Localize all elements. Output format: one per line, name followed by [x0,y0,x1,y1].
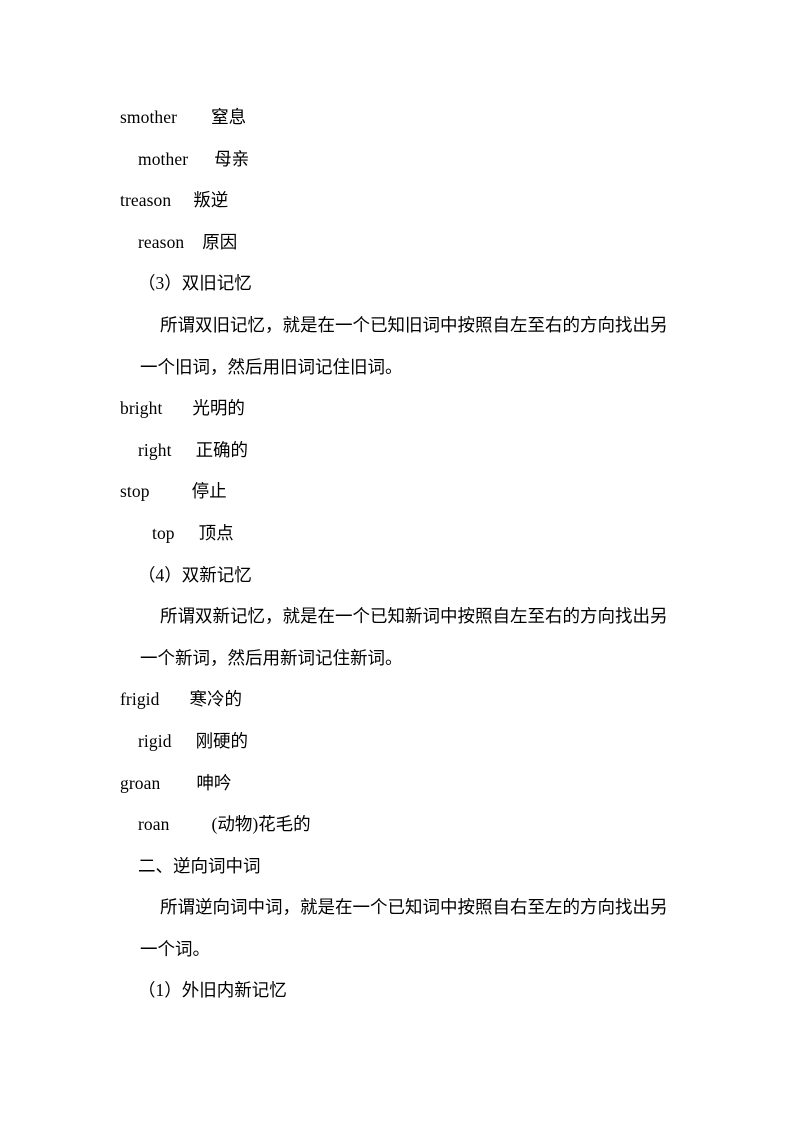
document-content: smother 窒息 mother 母亲 treason 叛逆 reason 原因 （3… [120,97,676,1012]
word-term: smother [120,107,178,127]
word-term: roan [138,814,170,835]
word-term: reason [138,231,185,252]
word-gloss: 正确的 [195,439,249,460]
word-pair-row: smother 窒息 [120,97,676,139]
word-gloss: 呻吟 [196,772,232,793]
word-pair-row: frigid 寒冷的 [120,679,676,721]
heading-section-two: 二、逆向词中词 [138,855,261,876]
paragraph-section-3: 所谓双旧记忆，就是在一个已知旧词中按照自左至右的方向找出另 一个旧词，然后用旧词… [120,305,676,388]
word-term: mother [138,148,189,169]
heading-section-4: （4）双新记忆 [138,564,252,585]
paragraph-line: 一个新词，然后用新词记住新词。 [140,647,403,668]
word-pair-row: rigid 刚硬的 [120,721,676,763]
word-term: frigid [120,689,160,710]
word-gloss: 原因 [202,231,238,252]
paragraph-line: 一个词。 [140,938,210,959]
word-pair-block-3: frigid 寒冷的 rigid 刚硬的 groan 呻吟 roan (动物)花毛的 [120,679,676,845]
word-gloss: 寒冷的 [189,689,242,710]
word-pair-row: groan 呻吟 [120,763,676,805]
paragraph-line: 所谓逆向词中词，就是在一个已知词中按照自右至左的方向找出另 [160,897,668,918]
word-gloss: 刚硬的 [195,730,249,751]
word-term: top [152,522,175,543]
paragraph-section-4: 所谓双新记忆，就是在一个已知新词中按照自左至右的方向找出另 一个新词，然后用新词… [120,596,676,679]
word-pair-row: reason 原因 [120,222,676,264]
word-pair-row: mother 母亲 [120,139,676,181]
word-pair-block-1: smother 窒息 mother 母亲 treason 叛逆 reason 原因 [120,97,676,263]
word-term: bright [120,398,163,419]
word-gloss: 叛逆 [193,190,229,211]
word-gloss: 停止 [191,481,227,502]
paragraph-line: 所谓双新记忆，就是在一个已知新词中按照自左至右的方向找出另 [160,606,668,627]
word-term: groan [120,772,161,793]
word-gloss: 光明的 [192,398,245,419]
word-term: stop [120,481,150,502]
word-gloss: (动物)花毛的 [211,814,311,835]
paragraph-line: 所谓双旧记忆，就是在一个已知旧词中按照自左至右的方向找出另 [160,314,668,335]
word-pair-row: bright 光明的 [120,388,676,430]
word-gloss: 母亲 [214,148,250,169]
word-term: rigid [138,730,172,751]
heading-section-3: （3）双旧记忆 [138,273,252,294]
word-term: treason [120,190,172,211]
document-page: smother 窒息 mother 母亲 treason 叛逆 reason 原因 （3… [0,0,794,1123]
word-pair-row: stop 停止 [120,471,676,513]
word-pair-row: right 正确的 [120,430,676,472]
word-pair-row: treason 叛逆 [120,180,676,222]
word-term: right [138,439,172,460]
paragraph-section-two: 所谓逆向词中词，就是在一个已知词中按照自右至左的方向找出另 一个词。 [120,887,676,970]
word-gloss: 窒息 [211,107,247,127]
paragraph-line: 一个旧词，然后用旧词记住旧词。 [140,356,403,377]
word-pair-row: roan (动物)花毛的 [120,804,676,846]
heading-section-two-sub-1: （1）外旧内新记忆 [138,980,287,1001]
word-pair-block-2: bright 光明的 right 正确的 stop 停止 top 顶点 [120,388,676,554]
word-gloss: 顶点 [198,522,234,543]
word-pair-row: top 顶点 [120,513,676,555]
